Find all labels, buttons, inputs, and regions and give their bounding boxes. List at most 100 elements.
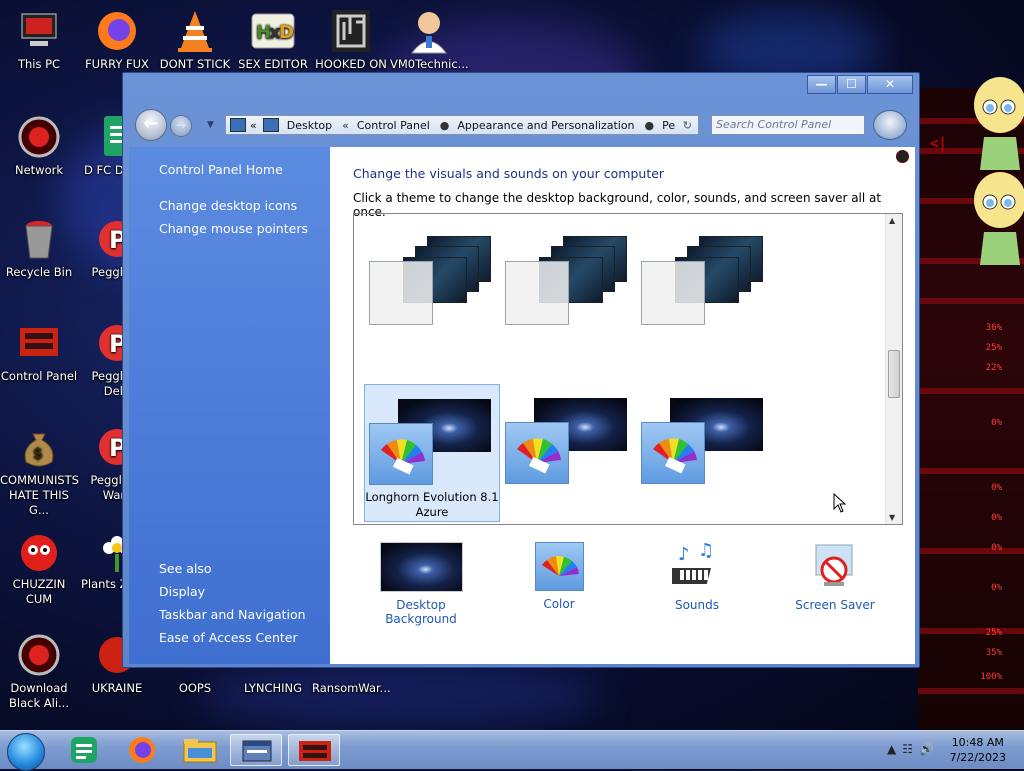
desktop-background-icon — [379, 542, 463, 592]
breadcrumb-desktop[interactable]: Desktop — [287, 119, 332, 132]
minimize-button[interactable]: — — [807, 75, 836, 94]
sidebar-link-display[interactable]: Display — [159, 584, 205, 599]
theme-item[interactable] — [501, 228, 637, 366]
close-button[interactable]: ✕ — [867, 75, 913, 94]
taskbar-app-firefox[interactable] — [116, 734, 168, 766]
forward-button[interactable]: → — [170, 115, 192, 137]
color-label[interactable]: Color — [504, 597, 614, 611]
desktop-icon-label: OOPS — [178, 681, 212, 695]
desktop-icon-label: SEX EDITOR — [238, 57, 308, 71]
desktop-icon-label: VM0Technic... — [390, 57, 469, 71]
desktop-icon-label: Download Black Ali... — [9, 681, 69, 710]
theme-item[interactable] — [365, 228, 501, 366]
search-input[interactable]: Search Control Panel — [711, 115, 865, 135]
taskbar-app-game[interactable] — [288, 734, 340, 766]
desktop-background-label[interactable]: Desktop Background — [366, 598, 476, 626]
network-tray-icon[interactable]: ☷ — [902, 742, 919, 756]
themes-list[interactable]: Longhorn Evolution 8.1 Azure ▲ ▼ — [353, 213, 903, 525]
sidebar-link-taskbar-navigation[interactable]: Taskbar and Navigation — [159, 607, 306, 622]
color-icon — [534, 542, 584, 591]
desktop-icon-control-panel[interactable]: Control Panel — [0, 320, 78, 384]
hud-label: 0% — [991, 483, 1002, 493]
desktop-icon-label: Recycle Bin — [5, 265, 73, 279]
show-hidden-icons-icon[interactable]: ▲ — [887, 742, 902, 756]
sounds-link[interactable]: ♪ ♫ Sounds — [642, 540, 752, 612]
desktop-icon-label: Control Panel — [0, 369, 78, 383]
taskbar-app-notes[interactable] — [58, 734, 110, 766]
theme-item[interactable] — [501, 384, 637, 522]
breadcrumb-prefix[interactable]: « — [250, 119, 257, 132]
breadcrumb-personalization[interactable]: Pe — [662, 119, 675, 132]
desktop-icon-network[interactable]: Network — [0, 114, 78, 178]
start-orb-icon[interactable] — [7, 733, 45, 771]
hud-label: 25% — [985, 343, 1002, 353]
address-bar[interactable]: « Desktop « Control Panel ● Appearance a… — [225, 115, 699, 135]
breadcrumb-separator[interactable]: ● — [440, 119, 450, 132]
sidebar-link-control-panel-home[interactable]: Control Panel Home — [159, 162, 283, 177]
desktop-icon-label: This PC — [17, 57, 61, 71]
scrollbar-thumb[interactable] — [888, 350, 900, 398]
screen-saver-link[interactable]: Screen Saver — [780, 542, 890, 612]
clock[interactable]: 10:48 AM 7/22/2023 — [950, 735, 1006, 765]
sidebar-link-ease-of-access[interactable]: Ease of Access Center — [159, 630, 298, 645]
desktop-icon-label: RansomWar... — [312, 681, 391, 695]
desktop-background-link[interactable]: Desktop Background — [366, 542, 476, 626]
desktop-icon-download-black[interactable]: Download Black Ali... — [0, 632, 78, 711]
desktop-icon-label: CHUZZIN CUM — [12, 577, 66, 606]
screen-saver-icon — [810, 542, 860, 592]
maximize-button[interactable]: ☐ — [837, 75, 866, 94]
color-link[interactable]: Color — [504, 542, 614, 611]
desktop-icon-recycle-bin[interactable]: Recycle Bin — [0, 216, 78, 280]
desktop-icon-chuzzin[interactable]: CHUZZIN CUM — [0, 528, 78, 607]
desktop-icon-vm0technic[interactable]: VM0Technic... — [390, 8, 469, 72]
taskbar-app-control-panel[interactable] — [230, 734, 282, 766]
theme-item[interactable] — [637, 384, 773, 522]
control-panel-icon — [16, 320, 62, 366]
recycle-bin-icon — [16, 216, 62, 262]
hud-label: 36% — [985, 323, 1002, 333]
glass-color-swatch — [369, 261, 433, 325]
breadcrumb-control-panel[interactable]: Control Panel — [357, 119, 430, 132]
taskbar: ▲☷🔊 10:48 AM 7/22/2023 — [0, 730, 1024, 771]
download-icon — [16, 632, 62, 678]
control-panel-small-icon — [230, 118, 246, 132]
scroll-up-arrow[interactable]: ▲ — [889, 216, 895, 225]
firefox-icon — [129, 737, 155, 763]
screen-saver-label[interactable]: Screen Saver — [780, 598, 890, 612]
breadcrumb-appearance[interactable]: Appearance and Personalization — [457, 119, 634, 132]
help-icon-small[interactable] — [896, 150, 909, 163]
desktop-icon-communists[interactable]: $ COMMUNISTS HATE THIS G... — [0, 424, 79, 518]
desktop-icon-label: DONT STICK — [159, 57, 231, 71]
theme-item-longhorn-azure[interactable]: Longhorn Evolution 8.1 Azure — [364, 384, 500, 522]
back-button[interactable]: ← — [135, 109, 167, 141]
sidebar-link-change-mouse-pointers[interactable]: Change mouse pointers — [159, 221, 308, 236]
maze-icon — [328, 8, 374, 54]
desktop-icon-hooked-on[interactable]: HOOKED ON — [312, 8, 390, 72]
glass-color-swatch — [505, 261, 569, 325]
hud-label: 0% — [991, 543, 1002, 553]
svg-text:$: $ — [33, 446, 43, 462]
vertical-scrollbar[interactable]: ▲ ▼ — [885, 214, 902, 524]
hud-label: 0% — [991, 513, 1002, 523]
desktop-icon-furry-fux[interactable]: FURRY FUX — [78, 8, 156, 72]
desktop-icon-dont-stick[interactable]: DONT STICK — [156, 8, 234, 72]
desktop-icon-sex-editor[interactable]: HxD SEX EDITOR — [234, 8, 312, 72]
recent-pages-dropdown[interactable]: ▼ — [207, 120, 214, 130]
help-icon[interactable] — [873, 110, 907, 140]
sidebar-link-change-desktop-icons[interactable]: Change desktop icons — [159, 198, 297, 213]
theme-item[interactable] — [637, 228, 773, 366]
desktop-icon-this-pc[interactable]: This PC — [0, 8, 78, 72]
breadcrumb-separator[interactable]: « — [342, 119, 349, 132]
sounds-label[interactable]: Sounds — [642, 598, 752, 612]
breadcrumb-separator[interactable]: ● — [645, 119, 655, 132]
taskbar-app-file-explorer[interactable] — [174, 734, 226, 766]
volume-icon[interactable]: 🔊 — [919, 742, 940, 756]
desktop-icon-label: Network — [14, 163, 64, 177]
money-bag-icon: $ — [16, 424, 62, 470]
control-panel-window-icon — [242, 740, 272, 762]
scroll-down-arrow[interactable]: ▼ — [889, 513, 895, 522]
refresh-icon[interactable]: ↻ — [683, 119, 692, 132]
sidebar: Control Panel Home Change desktop icons … — [129, 147, 330, 664]
hud-label: 25% — [985, 628, 1002, 638]
mouse-cursor — [833, 492, 847, 516]
